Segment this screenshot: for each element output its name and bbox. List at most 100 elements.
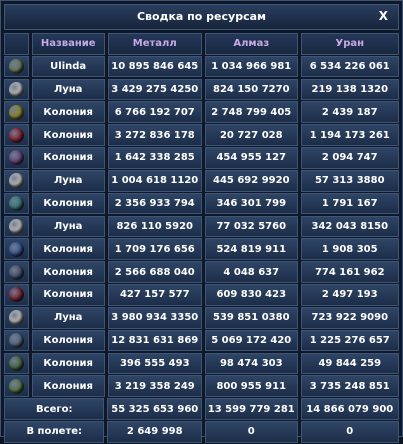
table-row[interactable]: Колония 6 766 192 707 2 748 799 405 2 439 1…	[4, 101, 399, 124]
metal-value: 2 566 688 040	[107, 261, 202, 283]
planet-icon-cell	[4, 352, 29, 375]
table-header-row: Название Металл Алмаз Уран	[4, 33, 399, 55]
uranium-value: 342 043 8150	[300, 215, 399, 238]
metal-value: 1 709 176 656	[107, 238, 202, 261]
planet-name[interactable]: Колония	[31, 284, 105, 306]
diamond-value: 1 034 966 981	[205, 55, 298, 78]
uranium-value: 1 225 276 657	[300, 329, 399, 352]
metal-value: 10 895 846 645	[107, 55, 202, 78]
planet-icon-cell	[4, 284, 29, 306]
table-row[interactable]: Колония 3 219 358 249 800 955 911 3 735 248…	[4, 375, 399, 398]
metal-value: 1 004 618 1120	[107, 169, 202, 192]
table-row[interactable]: Ulinda 10 895 846 645 1 034 966 981 6 534 2…	[4, 55, 399, 78]
table-row[interactable]: Колония 396 555 493 98 474 303 49 844 259	[4, 352, 399, 375]
planet-name[interactable]: Колония	[31, 147, 105, 169]
planet-name[interactable]: Колония	[31, 375, 105, 398]
in-flight-row-uranium: 0	[300, 421, 399, 443]
planet-olive-icon[interactable]	[8, 104, 24, 120]
in-flight-row-label: В полете:	[4, 421, 105, 443]
planet-green-icon[interactable]	[8, 355, 24, 371]
header-icon-cell	[4, 33, 29, 55]
total-row-label: Всего:	[4, 398, 105, 420]
planet-name[interactable]: Луна	[31, 306, 105, 329]
planet-red-icon[interactable]	[8, 127, 24, 143]
planet-icon-cell	[4, 78, 29, 101]
planet-icon-cell	[4, 215, 29, 238]
moon-icon[interactable]	[8, 81, 24, 97]
planet-name[interactable]: Ulinda	[31, 55, 105, 78]
uranium-value: 2 094 747	[300, 147, 399, 169]
table-row[interactable]: Колония 12 831 631 869 5 069 172 420 1 225 …	[4, 329, 399, 352]
planet-icon-cell	[4, 192, 29, 215]
moon-icon[interactable]	[8, 218, 24, 234]
planet-icon-cell	[4, 101, 29, 124]
table-row[interactable]: Колония 2 356 933 794 346 301 799 1 791 167	[4, 192, 399, 215]
planet-icon-cell	[4, 329, 29, 352]
planet-gray-icon[interactable]	[8, 59, 24, 75]
uranium-value: 57 313 3880	[300, 169, 399, 192]
table-row[interactable]: Луна 3 429 275 4250 824 150 7270 219 138 13…	[4, 78, 399, 101]
planet-teal-icon[interactable]	[8, 196, 24, 212]
metal-value: 427 157 577	[107, 284, 202, 306]
resource-table: Название Металл Алмаз Уран Ulinda 10 895 …	[4, 33, 399, 444]
diamond-value: 20 727 028	[205, 124, 298, 146]
table-row[interactable]: Луна 826 110 5920 77 032 5760 342 043 8150	[4, 215, 399, 238]
table-row[interactable]: Колония 1 709 176 656 524 819 911 1 908 305	[4, 238, 399, 261]
diamond-value: 5 069 172 420	[205, 329, 298, 352]
planet-name[interactable]: Луна	[31, 215, 105, 238]
table-row[interactable]: Луна 3 980 934 3350 539 851 0380 723 922 90…	[4, 306, 399, 329]
diamond-value: 524 819 911	[205, 238, 298, 261]
in-flight-row: В полете: 2 649 998 0 0	[4, 421, 399, 443]
metal-value: 1 642 338 285	[107, 147, 202, 169]
moon-icon[interactable]	[8, 310, 24, 326]
planet-name[interactable]: Луна	[31, 169, 105, 192]
table-row[interactable]: Луна 1 004 618 1120 445 692 9920 57 313 388…	[4, 169, 399, 192]
window-titlebar: Сводка по ресурсам X	[4, 4, 399, 30]
metal-value: 2 356 933 794	[107, 192, 202, 215]
diamond-value: 445 692 9920	[205, 169, 298, 192]
header-uranium: Уран	[300, 33, 399, 55]
moon-icon[interactable]	[8, 173, 24, 189]
metal-value: 826 110 5920	[107, 215, 202, 238]
planet-icon-cell	[4, 55, 29, 78]
planet-name[interactable]: Колония	[31, 124, 105, 146]
total-row: Всего: 55 325 653 960 13 599 779 281 14 866…	[4, 398, 399, 420]
planet-name[interactable]: Колония	[31, 329, 105, 352]
total-row-uranium: 14 866 079 900	[300, 398, 399, 420]
metal-value: 3 272 836 178	[107, 124, 202, 146]
diamond-value: 824 150 7270	[205, 78, 298, 101]
table-row[interactable]: Колония 2 566 688 040 4 048 637 774 161 962	[4, 261, 399, 283]
planet-name[interactable]: Луна	[31, 78, 105, 101]
header-name: Название	[31, 33, 105, 55]
planet-name[interactable]: Колония	[31, 101, 105, 124]
planet-icon-cell	[4, 147, 29, 169]
total-row-diamond: 13 599 779 281	[205, 398, 298, 420]
planet-icon-cell	[4, 124, 29, 146]
header-metal: Металл	[107, 33, 202, 55]
table-row[interactable]: Колония 427 157 577 609 830 423 2 497 193	[4, 284, 399, 306]
planet-blue-icon[interactable]	[8, 241, 24, 257]
planet-purple-icon[interactable]	[8, 150, 24, 166]
diamond-value: 98 474 303	[205, 352, 298, 375]
table-row[interactable]: Колония 3 272 836 178 20 727 028 1 194 173 …	[4, 124, 399, 146]
planet-greenish-icon[interactable]	[8, 378, 24, 394]
uranium-value: 219 138 1320	[300, 78, 399, 101]
planet-steel-icon[interactable]	[8, 333, 24, 349]
table-row[interactable]: Колония 1 642 338 285 454 955 127 2 094 747	[4, 147, 399, 169]
planet-icon-cell	[4, 306, 29, 329]
close-button[interactable]: X	[379, 9, 388, 23]
header-diamond: Алмаз	[205, 33, 298, 55]
planet-name[interactable]: Колония	[31, 261, 105, 283]
metal-value: 396 555 493	[107, 352, 202, 375]
uranium-value: 3 735 248 851	[300, 375, 399, 398]
planet-name[interactable]: Колония	[31, 352, 105, 375]
planet-icon-cell	[4, 261, 29, 283]
diamond-value: 4 048 637	[205, 261, 298, 283]
planet-crimson-icon[interactable]	[8, 287, 24, 303]
planet-slate-icon[interactable]	[8, 264, 24, 280]
diamond-value: 77 032 5760	[205, 215, 298, 238]
planet-name[interactable]: Колония	[31, 192, 105, 215]
metal-value: 3 980 934 3350	[107, 306, 202, 329]
diamond-value: 2 748 799 405	[205, 101, 298, 124]
planet-name[interactable]: Колония	[31, 238, 105, 261]
